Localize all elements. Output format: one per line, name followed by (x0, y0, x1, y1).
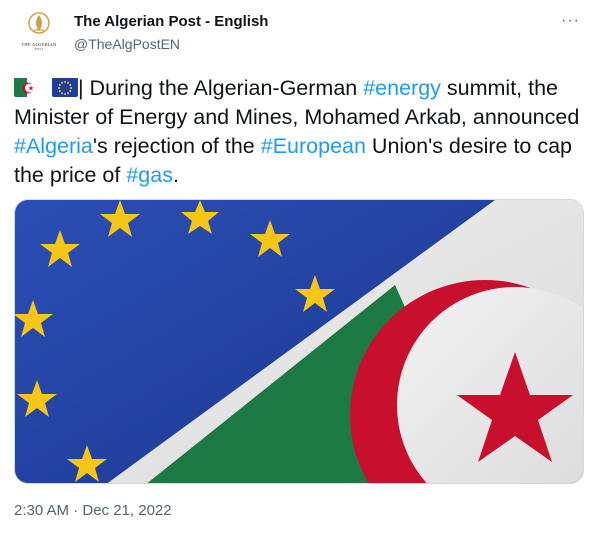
tweet-text-segment: | During the Algerian-German (77, 76, 364, 100)
tweet-text-segment: . (172, 163, 179, 187)
tweet-text-segment: 's rejection of the (92, 134, 261, 158)
algeria-flag-icon (14, 77, 40, 97)
tweet-card: THE ALGERIAN POST The Algerian Post - En… (0, 0, 600, 537)
algerian-post-logo-icon (28, 12, 50, 34)
hashtag-link[interactable]: #gas (126, 163, 173, 187)
hashtag-link[interactable]: #Algeria (14, 134, 93, 158)
eu-flag-icon (51, 77, 78, 97)
tweet-timestamp[interactable]: 2:30 AM · Dec 21, 2022 (14, 502, 172, 519)
eu-algeria-flags-image (15, 200, 583, 483)
tweet-text: | During the Algerian-German #energy sum… (14, 74, 584, 190)
display-name[interactable]: The Algerian Post - English (74, 13, 268, 30)
hashtag-link[interactable]: #European (261, 134, 366, 158)
avatar-logo-subtext: POST (34, 47, 44, 51)
avatar[interactable]: THE ALGERIAN POST (14, 10, 64, 60)
more-options-icon[interactable]: ··· (561, 12, 580, 30)
user-handle[interactable]: @TheAlgPostEN (74, 36, 180, 52)
tweet-image[interactable] (14, 199, 584, 484)
hashtag-link[interactable]: #energy (363, 76, 441, 100)
